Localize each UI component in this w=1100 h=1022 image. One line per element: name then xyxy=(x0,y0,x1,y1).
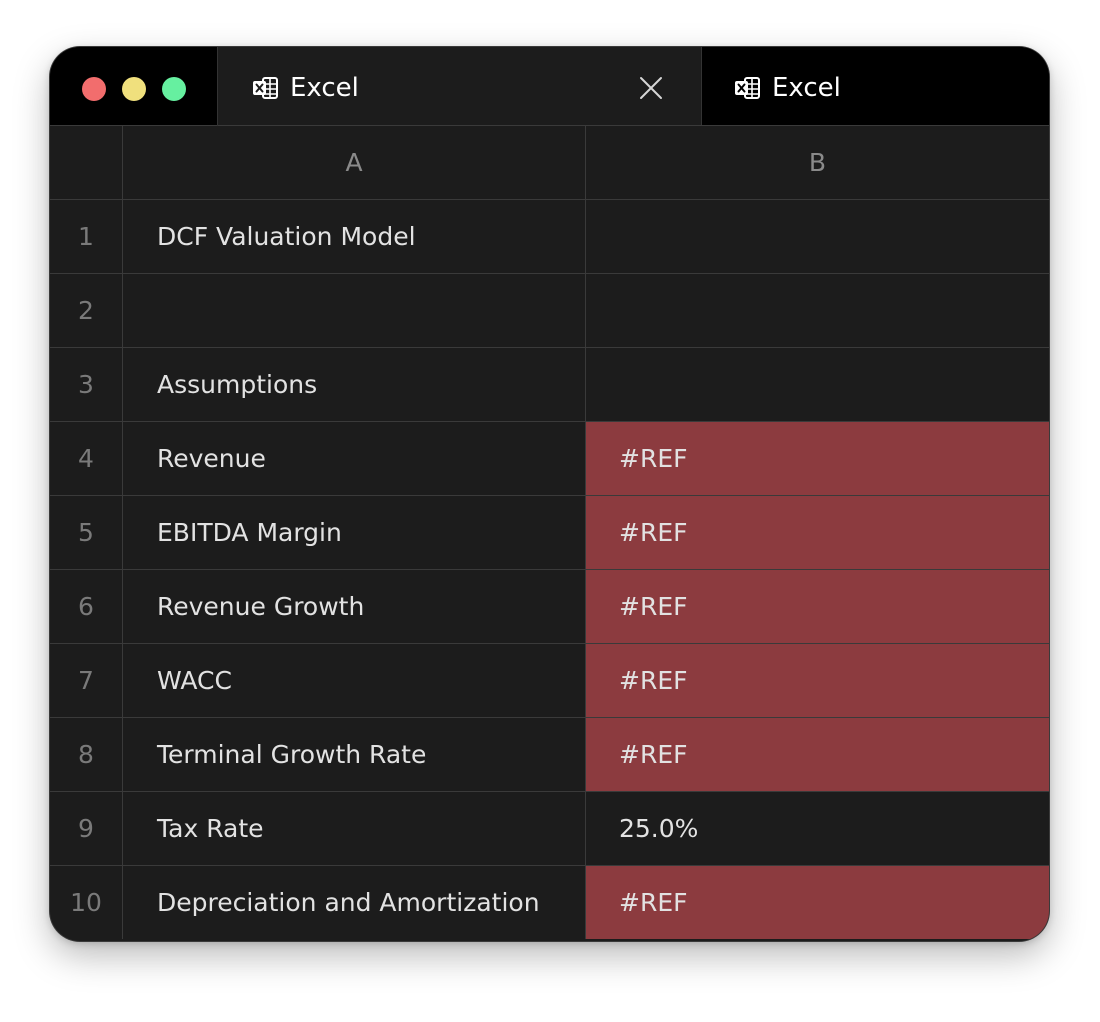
cell-a1[interactable]: DCF Valuation Model xyxy=(123,200,586,273)
cell-b3[interactable] xyxy=(586,348,1049,421)
column-header-a[interactable]: A xyxy=(123,126,586,199)
table-row: 8 Terminal Growth Rate #REF xyxy=(50,718,1049,792)
cell-b1[interactable] xyxy=(586,200,1049,273)
cell-a10[interactable]: Depreciation and Amortization xyxy=(123,866,586,939)
window-controls xyxy=(50,47,218,126)
cell-b6[interactable]: #REF xyxy=(586,570,1049,643)
minimize-window-button[interactable] xyxy=(122,77,146,101)
cell-a2[interactable] xyxy=(123,274,586,347)
app-window: Excel Excel A B 1 DCF Valuation Model 2 3 xyxy=(50,47,1049,941)
row-header[interactable]: 5 xyxy=(50,496,123,569)
cell-a7[interactable]: WACC xyxy=(123,644,586,717)
table-row: 2 xyxy=(50,274,1049,348)
row-header[interactable]: 9 xyxy=(50,792,123,865)
cell-b7[interactable]: #REF xyxy=(586,644,1049,717)
maximize-window-button[interactable] xyxy=(162,77,186,101)
tab-label: Excel xyxy=(290,73,359,103)
row-header[interactable]: 6 xyxy=(50,570,123,643)
table-row: 5 EBITDA Margin #REF xyxy=(50,496,1049,570)
select-all-corner[interactable] xyxy=(50,126,123,199)
cell-a6[interactable]: Revenue Growth xyxy=(123,570,586,643)
cell-b9[interactable]: 25.0% xyxy=(586,792,1049,865)
cell-a9[interactable]: Tax Rate xyxy=(123,792,586,865)
close-window-button[interactable] xyxy=(82,77,106,101)
table-row: 7 WACC #REF xyxy=(50,644,1049,718)
row-header[interactable]: 8 xyxy=(50,718,123,791)
cell-b5[interactable]: #REF xyxy=(586,496,1049,569)
cell-a3[interactable]: Assumptions xyxy=(123,348,586,421)
excel-icon xyxy=(253,77,278,99)
cell-b10[interactable]: #REF xyxy=(586,866,1049,939)
row-header[interactable]: 1 xyxy=(50,200,123,273)
table-row: 4 Revenue #REF xyxy=(50,422,1049,496)
spreadsheet-grid: A B 1 DCF Valuation Model 2 3 Assumptions 4 Re… xyxy=(50,126,1049,940)
cell-a8[interactable]: Terminal Growth Rate xyxy=(123,718,586,791)
cell-a4[interactable]: Revenue xyxy=(123,422,586,495)
cell-b4[interactable]: #REF xyxy=(586,422,1049,495)
tab-excel-active[interactable]: Excel xyxy=(218,47,702,125)
table-row: 10 Depreciation and Amortization #REF xyxy=(50,866,1049,940)
column-header-b[interactable]: B xyxy=(586,126,1049,199)
tab-label: Excel xyxy=(772,73,841,103)
excel-icon xyxy=(735,77,760,99)
table-row: 1 DCF Valuation Model xyxy=(50,200,1049,274)
title-bar: Excel Excel xyxy=(50,47,1049,126)
row-header[interactable]: 3 xyxy=(50,348,123,421)
table-row: 6 Revenue Growth #REF xyxy=(50,570,1049,644)
sheet-rows: 1 DCF Valuation Model 2 3 Assumptions 4 Revenu… xyxy=(50,200,1049,940)
cell-b8[interactable]: #REF xyxy=(586,718,1049,791)
table-row: 3 Assumptions xyxy=(50,348,1049,422)
row-header[interactable]: 2 xyxy=(50,274,123,347)
table-row: 9 Tax Rate 25.0% xyxy=(50,792,1049,866)
row-header[interactable]: 7 xyxy=(50,644,123,717)
row-header[interactable]: 10 xyxy=(50,866,123,939)
column-header-row: A B xyxy=(50,126,1049,200)
close-tab-button[interactable] xyxy=(638,75,664,101)
cell-a5[interactable]: EBITDA Margin xyxy=(123,496,586,569)
row-header[interactable]: 4 xyxy=(50,422,123,495)
cell-b2[interactable] xyxy=(586,274,1049,347)
tab-excel-inactive[interactable]: Excel xyxy=(702,47,1049,125)
